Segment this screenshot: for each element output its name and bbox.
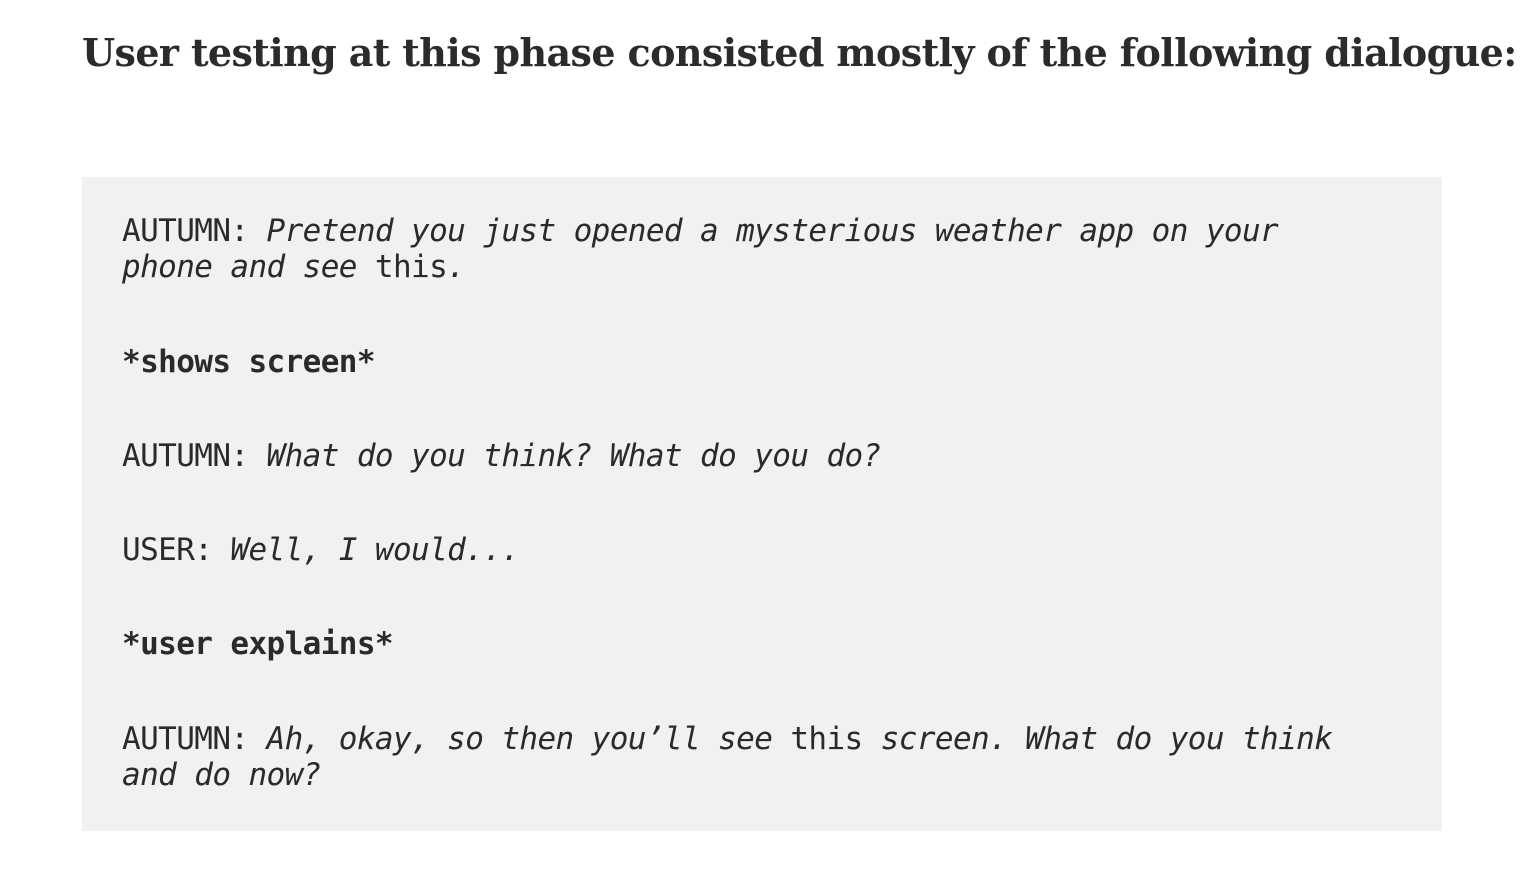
speaker-label: AUTUMN: [122,438,267,474]
dialogue-line-autumn-1: AUTUMN: Pretend you just opened a myster… [122,213,1279,249]
speaker-label: AUTUMN: [122,721,267,757]
dialogue-text-plain: this [772,721,863,757]
dialogue-text: phone and see [122,249,357,285]
dialogue-line-user: USER: Well, I would... [122,532,520,568]
dialogue-line-autumn-1-cont: phone and see this. [122,249,466,285]
dialogue-text-plain: this [356,249,448,285]
dialogue-text: and do now? [122,757,321,793]
dialogue-text: Well, I would... [230,532,520,568]
dialogue-text: What do you think? What do you do? [266,438,882,474]
dialogue-text: . [447,249,466,285]
dialogue-text: screen. What do you think [862,721,1333,757]
dialogue-line-autumn-3: AUTUMN: Ah, okay, so then you’ll see thi… [122,721,1333,757]
dialogue-line-autumn-2: AUTUMN: What do you think? What do you d… [122,438,881,474]
speaker-label: AUTUMN: [122,213,267,249]
dialogue-text: Pretend you just opened a mysterious wea… [266,213,1279,249]
dialogue-text: Ah, okay, so then you’ll see [266,721,773,757]
section-heading: User testing at this phase consisted mos… [82,30,1517,75]
stage-direction-user-explains: *user explains* [122,626,394,662]
stage-direction-shows-screen: *shows screen* [122,344,375,380]
dialogue-code-block: AUTUMN: Pretend you just opened a myster… [82,177,1442,831]
dialogue-line-autumn-3-cont: and do now? [122,757,321,793]
speaker-label: USER: [122,532,231,568]
